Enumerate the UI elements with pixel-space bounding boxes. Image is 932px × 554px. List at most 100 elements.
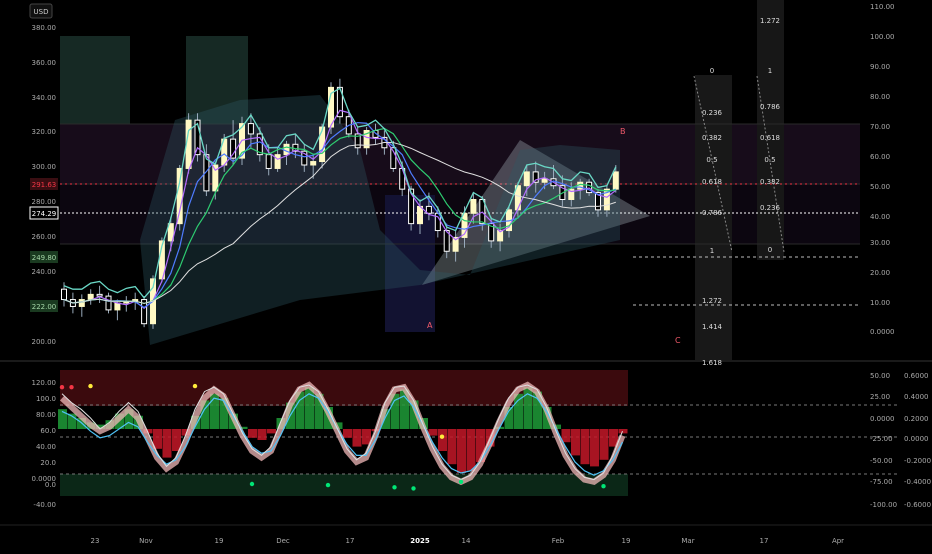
price-label: 291.63 [32,181,57,189]
osc-right-tick: -25.00 [870,435,893,443]
osc-right-tick: -100.00 [870,501,897,509]
fib-label-left: 0.382 [702,134,722,142]
osc-right-tick: 0.0000 [870,415,895,423]
osc-histogram-bar [438,429,447,451]
fib-label-right: 1.272 [760,17,780,25]
signal-dot [458,479,464,484]
signal-dot [192,383,198,389]
time-axis-label: 23 [91,537,100,545]
fib-label-right: 1 [768,67,772,75]
left-axis-tick: 280.00 [32,198,57,206]
osc-left-tick: 0.0 [45,481,56,489]
osc-left-tick: 60.0 [40,427,56,435]
candle-body [265,154,272,169]
candle-body [417,205,423,225]
osc-histogram-bar [267,429,276,434]
fib-label-left: 0 [710,67,714,75]
left-axis-tick: 240.00 [32,268,57,276]
osc-left-tick: 80.00 [36,411,56,419]
osc-left-tick: 20.0 [40,459,56,467]
osc-histogram-bar [590,429,599,467]
osc-histogram-bar [248,429,257,438]
signal-dot [69,385,74,390]
time-axis-label: 19 [622,537,631,545]
osc-left-tick: 40.00 [36,443,56,451]
pattern-label: B [620,127,626,136]
currency-label: USD [34,8,49,16]
candle-body [523,171,530,187]
candle-body [176,167,183,225]
candle-body [247,123,254,135]
osc-right-tick: -75.00 [870,478,893,486]
osc-right-tick: 25.00 [870,393,890,401]
osc-right-tick-2: 0.2000 [904,415,929,423]
fib-label-left: 0.618 [702,178,722,186]
time-axis-label: Dec [276,537,290,545]
signal-dot [411,486,416,491]
osc-right-tick-2: 0.6000 [904,372,929,380]
fib-label-left: 1.272 [702,297,722,305]
osc-right-tick-2: 0.4000 [904,393,929,401]
osc-histogram-bar [343,429,352,438]
left-axis-tick: 340.00 [32,94,57,102]
osc-histogram-bar [599,429,609,460]
time-axis-label: 17 [346,537,355,545]
right-axis-tick: 90.00 [870,63,890,71]
time-axis-label: Feb [552,537,565,545]
candle-body [274,154,281,169]
left-axis-tick: 260.00 [32,233,57,241]
left-axis-tick: 300.00 [32,163,57,171]
right-axis-tick: 10.00 [870,299,890,307]
osc-histogram-bar [428,429,438,436]
time-axis-label: Mar [681,537,694,545]
time-axis-label: 19 [215,537,224,545]
pattern-label: C [675,336,681,345]
left-axis-tick: 380.00 [32,24,57,32]
right-axis-tick: 110.00 [870,3,895,11]
fib-label-right: 0.5 [764,156,775,164]
signal-dot [392,485,397,490]
right-axis-tick: 80.00 [870,93,890,101]
time-axis-label: 17 [760,537,769,545]
right-axis-tick: 0.0000 [870,328,895,336]
signal-dot [88,383,93,389]
osc-histogram-bar [561,429,571,443]
osc-histogram-bar [580,429,590,465]
fib-label-right: 0.786 [760,103,781,111]
candle-body [96,293,103,297]
right-axis-tick: 100.00 [870,33,895,41]
right-axis-tick: 20.00 [870,269,890,277]
fib-column-right [757,0,784,260]
osc-histogram-bar [447,429,457,465]
time-axis-label: 14 [462,537,471,545]
osc-histogram-bar [162,429,172,458]
fib-label-right: 0.618 [760,134,780,142]
right-axis-tick: 50.00 [870,183,890,191]
candle-body [283,143,290,156]
osc-histogram-bar [457,429,466,473]
osc-right-tick: -50.00 [870,457,893,465]
candle-body [61,288,67,301]
fib-label-left: 1.618 [702,359,722,367]
price-label: 274.29 [32,210,57,218]
right-axis-tick: 40.00 [870,213,890,221]
candle-body [470,199,477,214]
chart-svg[interactable]: 0 0.236 0.382 0.5 0.618 0.786 1 1.272 1.414 1.618… [0,0,932,550]
candle-body [78,299,85,307]
osc-histogram-bar [466,429,476,471]
right-axis-tick: 70.00 [870,123,890,131]
zone-box [60,36,130,124]
fib-label-right: 0 [768,246,772,254]
osc-histogram-bar [514,393,523,429]
candle-body [114,302,121,311]
left-axis-tick: 320.00 [32,128,57,136]
pattern-label: A [427,321,433,330]
osc-right-tick-2: 0.0000 [904,435,929,443]
fib-label-left: 1.414 [702,323,723,331]
osc-histogram-bar [352,429,362,447]
signal-dot [439,434,445,439]
oversold-zone [60,474,628,496]
fib-label-left: 0.236 [702,109,723,117]
fib-column [695,75,732,360]
trading-chart[interactable]: 0 0.236 0.382 0.5 0.618 0.786 1 1.272 1.414 1.618… [0,0,932,550]
